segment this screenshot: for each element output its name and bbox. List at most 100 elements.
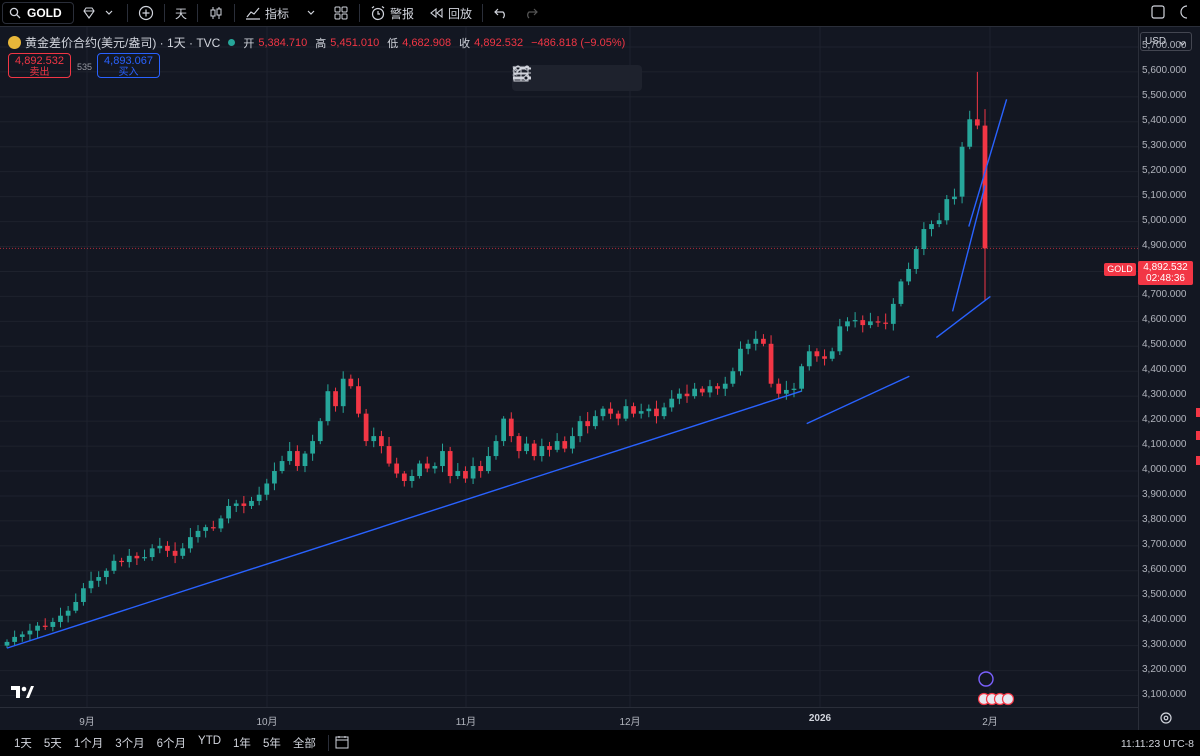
- candle-body: [531, 443, 537, 457]
- candle-body: [524, 443, 529, 452]
- candle-body: [356, 386, 361, 414]
- time-axis[interactable]: [0, 707, 1138, 730]
- range-button[interactable]: 3个月: [109, 735, 150, 751]
- fullscreen-icon[interactable]: [1150, 4, 1166, 20]
- candle-body: [157, 545, 163, 549]
- candle-body: [302, 453, 308, 467]
- symbol-search[interactable]: GOLD: [2, 2, 74, 24]
- last-price-label: 4,892.532 02:48:36: [1138, 261, 1193, 285]
- candle-body: [310, 441, 315, 454]
- parallel-channel-tool-icon[interactable]: [513, 65, 616, 88]
- alert-button[interactable]: 警报: [363, 2, 421, 24]
- replay-button[interactable]: 回放: [421, 2, 479, 24]
- price-tick-label: 3,700.000: [1142, 538, 1187, 550]
- candle-body: [35, 625, 40, 631]
- alert-marker: [1196, 456, 1200, 465]
- candle-body: [959, 146, 965, 197]
- economic-event-icon[interactable]: [978, 671, 994, 687]
- drawing-floating-toolbar: [512, 65, 642, 91]
- candle-body: [180, 548, 186, 556]
- price-tick-label: 4,900.000: [1142, 239, 1187, 251]
- range-button[interactable]: 1年: [227, 735, 257, 751]
- candle-body: [188, 537, 193, 549]
- candle-body: [134, 555, 140, 559]
- layouts-button[interactable]: [326, 2, 356, 24]
- candle-body: [81, 588, 86, 602]
- settings-gear-icon[interactable]: [1159, 711, 1173, 725]
- candle-body: [210, 527, 216, 529]
- range-button[interactable]: 1天: [8, 735, 38, 751]
- camera-icon[interactable]: [1176, 4, 1192, 20]
- candle-body: [103, 570, 109, 578]
- range-button[interactable]: 5天: [38, 735, 68, 751]
- candle-body: [12, 636, 18, 642]
- interval-label: 天: [175, 6, 188, 21]
- candle-body: [783, 389, 789, 394]
- candle-body: [837, 326, 843, 352]
- candle-body: [699, 388, 705, 393]
- candle-body: [508, 418, 514, 437]
- candle-body: [294, 451, 300, 467]
- chart-type-button[interactable]: [201, 2, 231, 24]
- candle-body: [501, 418, 507, 442]
- trend-line-tool-icon[interactable]: [513, 66, 564, 88]
- trend-line[interactable]: [6, 390, 802, 649]
- candle-body: [386, 446, 392, 464]
- divider: [327, 735, 329, 751]
- sell-button[interactable]: 4,892.532 卖出: [8, 53, 71, 78]
- trend-line[interactable]: [968, 99, 1008, 227]
- candle-body: [585, 421, 591, 427]
- candle-body: [913, 249, 919, 269]
- range-button[interactable]: 1个月: [68, 735, 109, 751]
- price-chart: [0, 27, 1138, 708]
- trend-line[interactable]: [935, 295, 991, 339]
- range-button[interactable]: 全部: [287, 735, 322, 751]
- change-value: −486.818 (−9.05%): [531, 36, 626, 49]
- buy-button[interactable]: 4,893.067 买入: [97, 53, 160, 78]
- range-button[interactable]: 5年: [257, 735, 287, 751]
- candle-body: [279, 461, 285, 472]
- timezone-clock[interactable]: 11:11:23 UTC-8: [1121, 738, 1194, 750]
- symbol-type-dropdown[interactable]: [74, 2, 124, 24]
- candle-body: [73, 601, 79, 611]
- candle-body: [860, 320, 866, 326]
- candle-body: [165, 545, 170, 551]
- undo-icon: [493, 5, 509, 21]
- candle-body: [608, 408, 613, 414]
- undo-button[interactable]: [486, 2, 516, 24]
- redo-button[interactable]: [516, 2, 546, 24]
- price-tick-label: 4,000.000: [1142, 464, 1187, 476]
- candle-body: [371, 436, 377, 442]
- candle-body: [539, 446, 545, 457]
- grid-tool-icon[interactable]: [513, 66, 642, 88]
- trend-line[interactable]: [806, 375, 910, 425]
- candle-body: [570, 436, 575, 449]
- sell-label: 卖出: [29, 67, 50, 78]
- candle-body: [379, 436, 384, 447]
- price-tick-label: 4,300.000: [1142, 389, 1187, 401]
- us-flag-event-icon[interactable]: [1001, 692, 1015, 706]
- interval-button[interactable]: 天: [168, 2, 194, 24]
- candle-body: [898, 281, 904, 304]
- candle-body: [249, 500, 254, 506]
- candle-body: [745, 343, 751, 349]
- range-button[interactable]: YTD: [192, 735, 227, 751]
- indicators-button[interactable]: 指标: [238, 2, 296, 24]
- chart-pane[interactable]: 黄金差价合约(美元/盎司) · 1天 · TVC 开 5,384.710 高 5,4…: [0, 26, 1138, 730]
- candle-body: [669, 398, 675, 408]
- symbol-price-tag: GOLD: [1104, 263, 1136, 276]
- candle-body: [218, 518, 224, 529]
- indicators-dropdown[interactable]: [296, 2, 326, 24]
- candle-body: [58, 615, 63, 622]
- compare-button[interactable]: [131, 2, 161, 24]
- date-range-icon[interactable]: [335, 735, 349, 752]
- buy-price: 4,893.067: [104, 55, 153, 67]
- gold-logo-icon: [8, 36, 21, 49]
- curve-tool-icon[interactable]: [513, 65, 590, 88]
- range-button[interactable]: 6个月: [151, 735, 192, 751]
- candle-body: [921, 229, 927, 250]
- symbol-name: GOLD: [27, 6, 62, 20]
- alert-label: 警报: [390, 6, 415, 21]
- price-tick-label: 3,800.000: [1142, 513, 1187, 525]
- candle-body: [363, 413, 369, 442]
